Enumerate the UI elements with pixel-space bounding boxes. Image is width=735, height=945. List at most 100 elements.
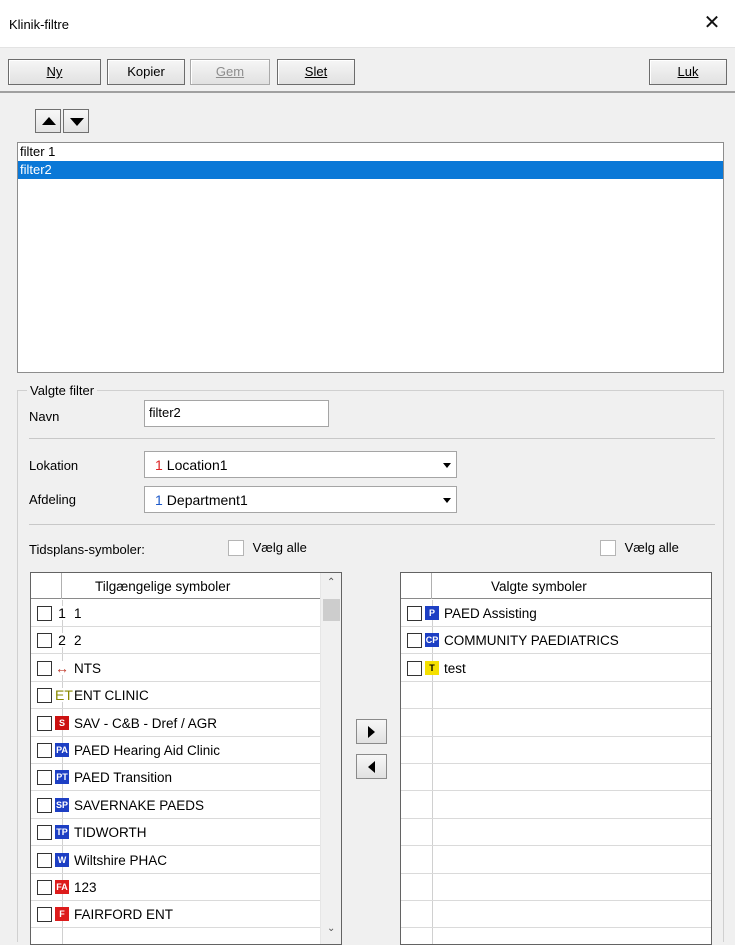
- available-symbol-row-checkbox[interactable]: [37, 852, 52, 868]
- available-symbol-row-label: PAED Transition: [74, 770, 173, 786]
- available-symbol-row[interactable]: W Wiltshire PHAC: [31, 847, 341, 874]
- department-select[interactable]: 1 Department1: [144, 486, 457, 513]
- location-select-value: 1 Location1: [155, 457, 228, 473]
- available-symbol-row-label: SAVERNAKE PAEDS: [74, 797, 205, 813]
- chosen-symbols-grid[interactable]: Valgte symboler P PAED Assisting CP COMMUNI…: [400, 572, 712, 945]
- chosen-symbol-row-checkbox[interactable]: [407, 633, 422, 649]
- divider: [29, 524, 715, 525]
- location-label: Lokation: [29, 458, 79, 473]
- available-symbol-row-checkbox[interactable]: [37, 880, 52, 895]
- available-symbol-row-checkbox[interactable]: [37, 715, 52, 731]
- chosen-symbol-row[interactable]: P PAED Assisting: [401, 600, 711, 627]
- available-symbol-row-checkbox[interactable]: [37, 633, 52, 649]
- new-button-label: Ny: [46, 64, 63, 79]
- title-bar: Klinik-filtre ✕: [0, 0, 735, 48]
- available-symbol-row-label: 1: [74, 606, 82, 621]
- select-all-chosen-checkbox[interactable]: [600, 539, 616, 556]
- location-select[interactable]: 1 Location1: [144, 451, 457, 478]
- symbol-icon: PA: [55, 743, 69, 757]
- add-symbol-button[interactable]: [356, 719, 387, 744]
- arrow-left-icon: [368, 761, 375, 773]
- symbol-icon: S: [55, 715, 69, 730]
- chevron-down-icon: [443, 463, 451, 468]
- window-title: Klinik-filtre: [9, 17, 69, 32]
- available-symbols-header-label: Tilgængelige symboler: [95, 579, 231, 594]
- move-down-button[interactable]: [63, 109, 89, 133]
- available-symbol-row[interactable]: F FAIRFORD ENT: [31, 901, 341, 929]
- chosen-symbol-empty-row: [401, 901, 711, 929]
- chosen-symbol-row-checkbox[interactable]: [407, 606, 422, 621]
- move-up-button[interactable]: [35, 109, 61, 133]
- available-symbol-row[interactable]: FA 123: [31, 874, 341, 901]
- available-symbol-row[interactable]: TP TIDWORTH: [31, 819, 341, 847]
- delete-button[interactable]: Slet: [277, 59, 355, 85]
- chosen-symbol-row[interactable]: CP COMMUNITY PAEDIATRICS: [401, 627, 711, 655]
- chosen-symbol-row-label: COMMUNITY PAEDIATRICS: [444, 633, 619, 649]
- available-symbols-grid[interactable]: Tilgængelige symboler 1 1 2 2 ↔ NTS ET ENT CLIN…: [30, 572, 342, 945]
- save-button[interactable]: Gem: [190, 59, 270, 85]
- scroll-up-icon[interactable]: ⌃: [327, 577, 335, 588]
- symbol-icon: TP: [55, 825, 69, 840]
- available-symbol-row-label: SAV - C&B - Dref / AGR: [74, 715, 218, 731]
- scrollbar-thumb[interactable]: [323, 599, 340, 621]
- symbol-icon: F: [55, 907, 69, 922]
- chosen-symbol-row-checkbox[interactable]: [407, 660, 422, 676]
- available-symbol-row-label: 123: [74, 880, 97, 895]
- chosen-symbol-empty-row: [401, 819, 711, 847]
- symbol-icon: CP: [425, 633, 439, 648]
- available-symbol-row-checkbox[interactable]: [37, 797, 52, 813]
- location-value-text: Location1: [166, 457, 228, 473]
- chosen-symbol-row[interactable]: Ttest: [401, 655, 711, 682]
- copy-button[interactable]: Kopier: [107, 59, 185, 85]
- department-icon: 1: [155, 492, 163, 508]
- available-symbol-row-checkbox[interactable]: [37, 770, 52, 786]
- chosen-symbol-empty-row: [401, 874, 711, 901]
- available-symbol-row[interactable]: PT PAED Transition: [31, 764, 341, 792]
- symbols-label: Tidsplans-symboler:: [29, 542, 145, 557]
- department-label: Afdeling: [29, 492, 76, 507]
- filter-list-item-selected[interactable]: filter2: [18, 161, 723, 179]
- available-symbol-row-label: TIDWORTH: [74, 825, 147, 841]
- available-symbol-row-checkbox[interactable]: [37, 660, 52, 676]
- select-all-available[interactable]: Vælg alle: [228, 539, 307, 556]
- available-symbol-row-label: ENT CLINIC: [74, 688, 149, 704]
- available-symbol-row[interactable]: PA PAED Hearing Aid Clinic: [31, 737, 341, 764]
- close-button[interactable]: Luk: [649, 59, 727, 85]
- available-symbol-row-checkbox[interactable]: [37, 907, 52, 923]
- select-all-available-checkbox[interactable]: [228, 539, 244, 556]
- available-symbol-row-checkbox[interactable]: [37, 606, 52, 621]
- close-button-label: Luk: [677, 64, 699, 79]
- chosen-symbol-empty-row: [401, 764, 711, 792]
- chosen-symbols-header-label: Valgte symboler: [491, 579, 587, 594]
- available-symbol-row-label: NTS: [74, 660, 101, 676]
- location-icon: 1: [155, 457, 163, 473]
- name-field[interactable]: filter2: [144, 400, 329, 427]
- available-symbol-row-checkbox[interactable]: [37, 743, 52, 758]
- scroll-down-icon[interactable]: ⌄: [327, 923, 335, 934]
- new-button[interactable]: Ny: [8, 59, 101, 85]
- available-symbol-row[interactable]: ↔ NTS: [31, 655, 341, 682]
- available-symbol-row[interactable]: 22: [31, 627, 341, 655]
- filter-list[interactable]: filter 1 filter2: [17, 142, 724, 373]
- name-label: Navn: [29, 409, 60, 424]
- select-all-chosen-label: Vælg alle: [624, 540, 679, 556]
- available-symbol-row[interactable]: S SAV - C&B - Dref / AGR: [31, 710, 341, 737]
- available-symbol-row-checkbox[interactable]: [37, 825, 52, 841]
- chosen-symbol-empty-row: [401, 792, 711, 819]
- available-symbol-row[interactable]: SP SAVERNAKE PAEDS: [31, 792, 341, 819]
- department-select-value: 1 Department1: [155, 492, 248, 508]
- symbol-icon: 1: [55, 606, 69, 620]
- close-icon[interactable]: ✕: [689, 0, 735, 48]
- filter-list-item[interactable]: filter 1: [18, 143, 723, 161]
- symbol-icon: W: [55, 852, 69, 867]
- available-symbol-row[interactable]: ET ENT CLINIC: [31, 682, 341, 710]
- chosen-symbols-header: Valgte symboler: [401, 573, 711, 599]
- available-symbol-row-checkbox[interactable]: [37, 688, 52, 704]
- department-dropdown-button[interactable]: [438, 487, 456, 512]
- save-button-label: Gem: [215, 64, 245, 79]
- remove-symbol-button[interactable]: [356, 754, 387, 779]
- select-all-chosen[interactable]: Vælg alle: [600, 539, 679, 556]
- available-symbol-row[interactable]: 11: [31, 600, 341, 627]
- available-scrollbar[interactable]: ⌃ ⌄: [320, 573, 341, 944]
- location-dropdown-button[interactable]: [438, 452, 456, 477]
